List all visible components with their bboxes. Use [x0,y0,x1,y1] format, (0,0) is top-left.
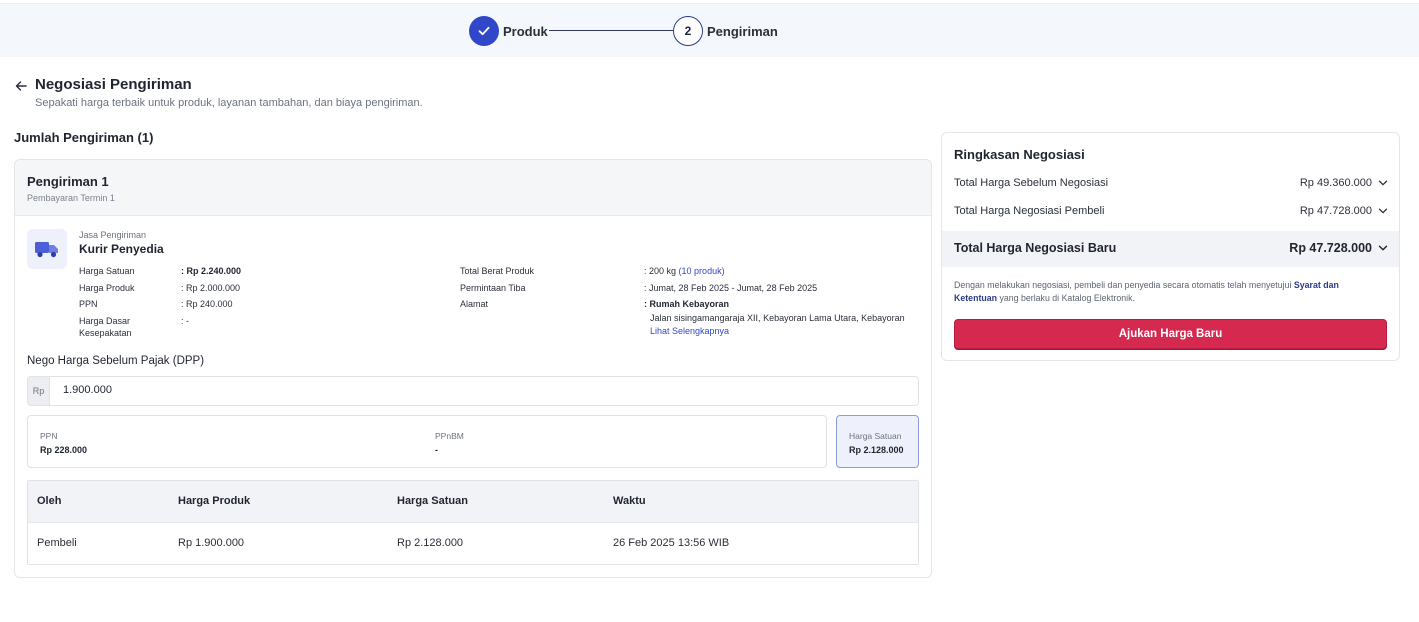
chevron-down-icon[interactable] [1378,178,1388,188]
product-count-link[interactable]: (10 produk) [679,266,725,276]
summary-row-before[interactable]: Total Harga Sebelum Negosiasi Rp 49.360.… [954,177,1388,189]
arrival-label: Permintaan Tiba [460,283,526,293]
ppn-value: Rp 228.000 [40,445,88,455]
progress-stepper: Produk 2 Pengiriman [0,3,1419,57]
address-detail: Jalan sisingamangaraja XII, Kebayoran La… [650,313,905,323]
ppnbm-value: - [435,445,438,455]
submit-new-price-button[interactable]: Ajukan Harga Baru [954,319,1387,349]
detail-label: Harga Dasar Kesepakatan [79,316,132,338]
summary-row-value: Rp 47.728.000 [1299,205,1372,217]
column-header: Waktu [613,495,646,507]
step-produk[interactable]: Produk [469,16,548,46]
address-name: : Rumah Kebayoran [644,299,730,309]
currency-prefix: Rp [28,377,50,405]
column-header: Harga Produk [178,495,251,507]
shipment-title: Pengiriman 1 [27,174,109,189]
column-header: Oleh [37,495,62,507]
payment-term: Pembayaran Termin 1 [27,193,115,203]
table-cell: Rp 1.900.000 [178,537,245,549]
courier-value: Kurir Penyedia [79,242,164,256]
detail-value: : - [181,316,189,326]
detail-value: : Rp 240.000 [181,299,233,309]
address-label: Alamat [460,299,489,309]
table-cell: Pembeli [37,537,77,549]
unit-price-value: Rp 2.128.000 [849,445,904,455]
total-label: Total Harga Negosiasi Baru [954,241,1117,255]
page-subtitle: Sepakati harga terbaik untuk produk, lay… [35,97,423,109]
summary-row-value: Rp 49.360.000 [1299,177,1372,189]
chevron-down-icon[interactable] [1378,206,1388,216]
ppnbm-label: PPnBM [435,431,464,441]
detail-label: PPN [79,299,98,309]
column-header: Harga Satuan [397,495,468,507]
detail-value: : Rp 2.240.000 [181,266,242,276]
arrival-value: : Jumat, 28 Feb 2025 - Jumat, 28 Feb 202… [644,283,818,293]
summary-total-row[interactable]: Total Harga Negosiasi Baru Rp 47.728.000 [942,231,1399,267]
table-row: Pembeli Rp 1.900.000 Rp 2.128.000 26 Feb… [28,523,918,564]
page-title: Negosiasi Pengiriman [35,76,192,93]
detail-label: Harga Produk [79,283,135,293]
back-arrow-icon[interactable] [13,78,29,94]
unit-price-box: Harga Satuan Rp 2.128.000 [836,415,919,468]
ppn-label: PPN [40,431,58,441]
step-pengiriman[interactable]: 2 Pengiriman [673,16,778,46]
detail-label: Harga Satuan [79,266,135,276]
table-cell: 26 Feb 2025 13:56 WIB [613,537,730,549]
tax-summary: PPN Rp 228.000 PPnBM - [27,415,827,468]
total-value: Rp 47.728.000 [1289,241,1372,255]
negotiation-summary-card: Ringkasan Negosiasi Total Harga Sebelum … [941,132,1400,361]
negotiation-history-table: Oleh Harga Produk Harga Satuan Waktu Pem… [27,480,919,565]
shipments-count: Jumlah Pengiriman (1) [14,130,154,145]
nego-label: Nego Harga Sebelum Pajak (DPP) [27,355,205,367]
step-label: Pengiriman [707,23,778,39]
truck-icon [27,229,67,269]
unit-price-label: Harga Satuan [849,431,902,441]
shipment-header: Pengiriman 1 Pembayaran Termin 1 [15,160,931,216]
detail-value: : Rp 2.000.000 [181,283,241,293]
step-label: Produk [503,23,548,39]
terms-disclaimer: Dengan melakukan negosiasi, pembeli dan … [954,280,1339,303]
nego-price-input[interactable]: Rp 1.900.000 [27,376,919,406]
table-header: Oleh Harga Produk Harga Satuan Waktu [28,481,918,523]
summary-row-label: Total Harga Sebelum Negosiasi [954,177,1109,189]
shipment-card: Pengiriman 1 Pembayaran Termin 1 Jasa Pe… [14,159,932,578]
weight-value: : 200 kg (10 produk) [644,266,725,276]
courier-label: Jasa Pengiriman [79,230,147,240]
step-number: 2 [673,16,703,46]
step-connector [549,30,673,31]
summary-title: Ringkasan Negosiasi [954,147,1085,162]
see-more-link[interactable]: Lihat Selengkapnya [650,325,729,337]
check-icon [469,16,499,46]
chevron-down-icon[interactable] [1378,243,1388,253]
table-cell: Rp 2.128.000 [397,537,464,549]
summary-row-label: Total Harga Negosiasi Pembeli [954,205,1105,217]
summary-row-buyer[interactable]: Total Harga Negosiasi Pembeli Rp 47.728.… [954,205,1388,217]
weight-label: Total Berat Produk [460,266,535,276]
nego-price-value[interactable]: 1.900.000 [63,384,112,396]
